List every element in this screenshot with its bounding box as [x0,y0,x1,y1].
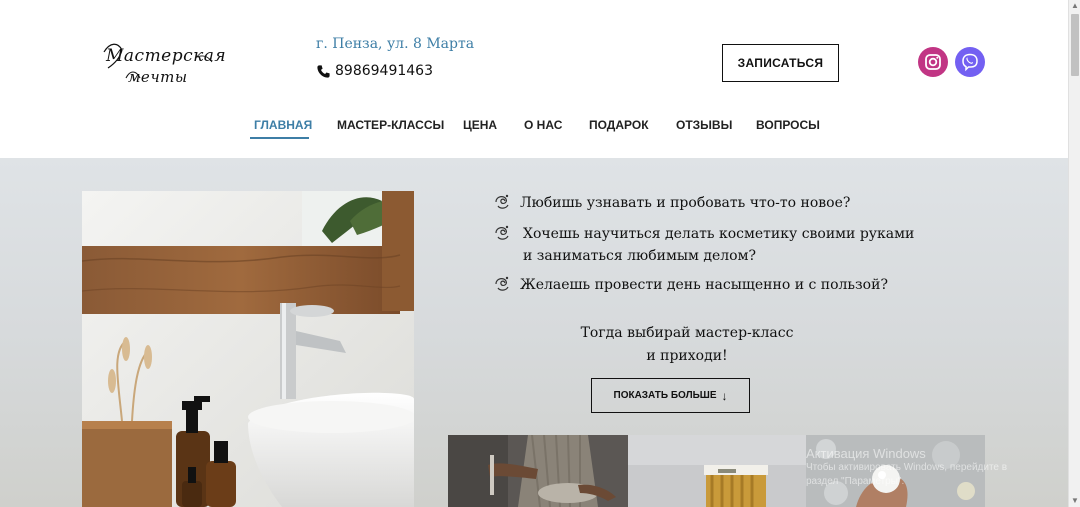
nav-item-master-classes[interactable]: МАСТЕР-КЛАССЫ [337,118,444,132]
scroll-up-arrow-icon[interactable]: ▲ [1069,0,1080,12]
ornament-icon [492,223,512,243]
show-more-label: ПОКАЗАТЬ БОЛЬШЕ [613,390,717,401]
question-row: Желаешь провести день насыщенно и с поль… [492,274,888,296]
question-text-cont: и заниматься любимым делом? [523,248,756,264]
logo-text-line2: мечты [128,68,188,86]
question-row: Любишь узнавать и пробовать что-то новое… [492,192,850,214]
gallery-image[interactable] [448,435,628,507]
cta-text: Тогда выбирай мастер-класс и приходи! [560,322,814,368]
nav-item-price[interactable]: ЦЕНА [463,118,497,132]
viber-icon[interactable] [955,47,985,77]
phone-number: 89869491463 [335,63,433,79]
site-logo[interactable]: Мастерская мечты [100,38,226,96]
gallery-strip [448,435,985,507]
question-text: Любишь узнавать и пробовать что-то новое… [520,195,851,211]
bathroom-photo-illustration [82,191,414,507]
nav-item-faq[interactable]: ВОПРОСЫ [756,118,820,132]
main-nav: ГЛАВНАЯ МАСТЕР-КЛАССЫ ЦЕНА О НАС ПОДАРОК… [0,118,1068,142]
nav-item-about[interactable]: О НАС [524,118,562,132]
page-scrollbar[interactable]: ▲ ▼ [1068,0,1080,507]
question-text: Желаешь провести день насыщенно и с поль… [520,277,888,293]
instagram-icon[interactable] [918,47,948,77]
ornament-icon [492,274,512,294]
scroll-down-arrow-icon[interactable]: ▼ [1069,495,1080,507]
nav-item-home[interactable]: ГЛАВНАЯ [254,118,312,132]
signup-button[interactable]: ЗАПИСАТЬСЯ [722,44,839,82]
question-text: Хочешь научиться делать косметику своими… [523,226,915,242]
site-header: Мастерская мечты г. Пенза, ул. 8 Марта 8… [0,0,1068,158]
logo-text-line1: Мастерская [106,46,227,66]
hero-photo [82,191,414,507]
arrow-down-icon: ↓ [721,388,728,403]
scroll-thumb[interactable] [1071,14,1079,76]
address-text: г. Пенза, ул. 8 Марта [316,36,475,52]
active-nav-indicator [250,137,309,139]
nav-item-reviews[interactable]: ОТЗЫВЫ [676,118,732,132]
ornament-icon [492,192,512,212]
nav-item-gift[interactable]: ПОДАРОК [589,118,649,132]
phone-icon [316,64,331,79]
show-more-button[interactable]: ПОКАЗАТЬ БОЛЬШЕ ↓ [591,378,750,413]
cta-line: и приходи! [646,348,728,364]
cta-line: Тогда выбирай мастер-класс [580,325,794,341]
gallery-image[interactable] [806,435,985,507]
gallery-image[interactable] [628,435,806,507]
question-row: Хочешь научиться делать косметику своими… [492,223,914,267]
phone-row[interactable]: 89869491463 [316,63,433,79]
